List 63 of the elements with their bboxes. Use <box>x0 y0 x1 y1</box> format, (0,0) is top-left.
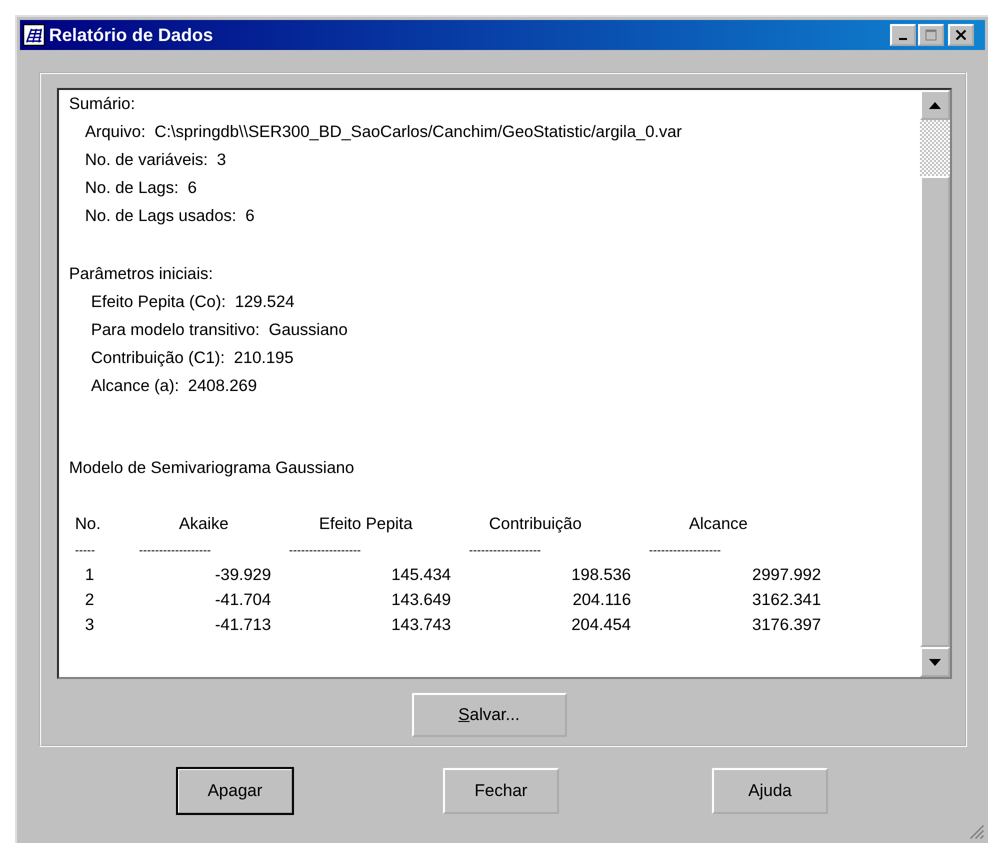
resize-grip-icon <box>970 825 984 839</box>
field-label: No. de variáveis: <box>85 151 208 169</box>
field-value: Gaussiano <box>268 321 348 339</box>
table-cell-text: 145.434 <box>390 565 452 586</box>
field-label: Para modelo transitivo: <box>91 321 260 339</box>
separator-dashes: ------------------ <box>288 542 362 559</box>
table-cell-text: 204.116 <box>572 590 632 611</box>
table-cell-text: 2 <box>84 590 96 611</box>
field-label: Alcance (a): <box>91 377 180 395</box>
table-cell-text: 204.454 <box>570 615 632 636</box>
up-arrow-icon <box>929 102 941 108</box>
window-title: Relatório de Dados <box>49 24 214 46</box>
dialog-button[interactable]: Ajuda <box>712 768 828 814</box>
column-header: No. <box>74 514 102 535</box>
vertical-scrollbar[interactable] <box>920 90 950 677</box>
field-value: C:\springdb\\SER300_BD_SaoCarlos/Canchim/GeoStatistic/argila_0.var <box>154 123 682 141</box>
field-value: 6 <box>188 179 197 197</box>
scroll-up-button[interactable] <box>920 90 950 120</box>
scroll-down-button[interactable] <box>920 647 950 677</box>
table-cell-text: 2997.992 <box>751 565 822 586</box>
section-heading: Modelo de Semivariograma Gaussiano <box>69 458 356 479</box>
separator-dashes: ------------------ <box>468 542 542 559</box>
close-icon <box>955 29 967 41</box>
field-value: 210.195 <box>234 349 294 367</box>
separator-dashes: ----- <box>74 542 96 559</box>
separator-dashes: ------------------ <box>138 542 212 559</box>
field-value: 2408.269 <box>188 377 257 395</box>
table-grid-icon <box>23 24 45 46</box>
dialog-button[interactable]: Fechar <box>443 768 559 814</box>
column-header: Contribuição <box>488 514 583 535</box>
field-value: 6 <box>245 207 255 225</box>
field-value: 3 <box>216 151 226 169</box>
minimize-button[interactable] <box>890 24 916 46</box>
column-header: Alcance <box>688 514 749 535</box>
table-cell-text: 143.649 <box>390 590 452 611</box>
separator-dashes: ------------------ <box>648 542 722 559</box>
down-arrow-icon <box>929 658 941 666</box>
table-cell-text: 3162.341 <box>751 590 822 611</box>
minimize-icon <box>899 38 907 40</box>
maximize-button[interactable] <box>918 24 944 46</box>
table-cell-text: 143.743 <box>390 615 452 636</box>
field-value: 129.524 <box>234 293 294 311</box>
table-cell-text: -41.713 <box>214 615 272 636</box>
field-label: Arquivo: <box>85 123 146 141</box>
field-label: Efeito Pepita (Co): <box>91 293 226 311</box>
section-heading: Sumário: <box>69 94 136 115</box>
close-button[interactable] <box>948 24 974 46</box>
table-cell-text: -41.704 <box>214 590 272 611</box>
save-button[interactable]: Salvar... <box>412 693 566 737</box>
dialog-button[interactable]: Apagar <box>177 768 293 814</box>
table-cell-text: 3176.397 <box>751 615 822 636</box>
scroll-thumb[interactable] <box>920 176 950 647</box>
section-heading: Parâmetros iniciais: <box>69 264 214 285</box>
field-label: No. de Lags usados: <box>85 207 236 225</box>
table-cell-text: 1 <box>84 565 96 586</box>
table-cell-text: 3 <box>84 615 96 636</box>
column-header: Akaike <box>178 514 230 535</box>
field-label: Contribuição (C1): <box>91 349 225 367</box>
column-header: Efeito Pepita <box>318 514 414 535</box>
maximize-icon <box>925 29 937 41</box>
table-cell-text: 198.536 <box>570 565 632 586</box>
table-cell-text: -39.929 <box>214 565 272 586</box>
field-label: No. de Lags: <box>85 179 179 197</box>
